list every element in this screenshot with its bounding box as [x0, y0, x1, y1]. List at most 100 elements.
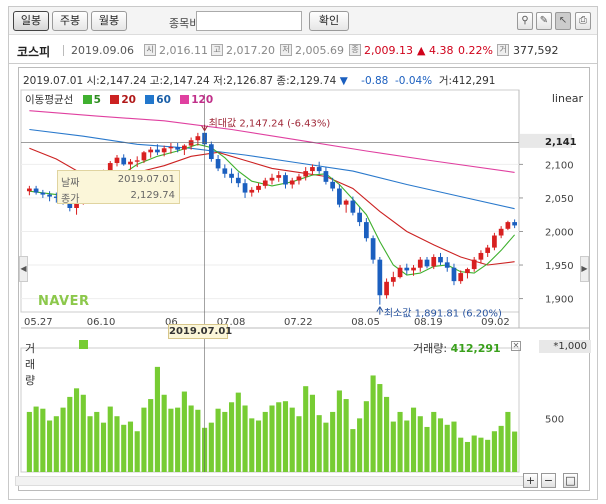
candle-body [438, 256, 443, 263]
print-icon[interactable]: ⎙ [575, 12, 591, 30]
volume-bar [87, 416, 93, 472]
price-tick-label: 2,000 [545, 227, 574, 238]
candle-body [330, 181, 336, 189]
readout-close: 2,129.74 [289, 75, 337, 87]
compare-input[interactable] [196, 11, 302, 31]
horizontal-scrollbar[interactable] [15, 476, 535, 486]
volume-bar [262, 411, 268, 472]
readout-low: 2,126.87 [226, 75, 274, 87]
volume-bar [316, 415, 322, 472]
scale-toggle[interactable]: linear [552, 92, 583, 105]
ma120-label[interactable]: 120 [191, 94, 213, 106]
volume-bar [26, 411, 32, 472]
tab-daily[interactable]: 일봉 [13, 11, 49, 31]
naver-logo: NAVER [38, 294, 90, 309]
volume-bar [404, 420, 410, 472]
volume-bar [370, 375, 376, 472]
price-tick-label: 2,050 [545, 194, 574, 205]
volume-bar [377, 384, 383, 472]
candle-body [444, 262, 450, 268]
volume-bar [289, 407, 295, 472]
candle-body [296, 176, 302, 181]
readout-date: 2019.07.01 [23, 75, 84, 87]
readout-change: -0.88 [361, 75, 389, 87]
draw-icon[interactable]: ✎ [536, 12, 552, 30]
volume-bar [397, 411, 403, 472]
candle-body [363, 222, 369, 239]
chart-widget: 일봉 주봉 월봉 종목비교 확인 ⚲ ✎ ↖ ⎙ 코스피 2019.09.06 … [8, 6, 598, 500]
candle-body [431, 256, 437, 267]
chart-area[interactable]: 1,900 1,950 2,000 2,050 2,100 2,141 최대값 2,147.… [18, 67, 591, 491]
candle-body [411, 267, 416, 271]
candle-body [350, 200, 356, 213]
volume-bar [350, 429, 356, 472]
candle-body [498, 228, 504, 236]
ma60-label[interactable]: 60 [156, 94, 171, 106]
volume-bar [188, 405, 194, 472]
down-arrow-icon: ▼ [339, 75, 348, 87]
candle-body [121, 157, 127, 165]
candle-body [155, 149, 160, 153]
indicator-icon[interactable]: ⚲ [517, 12, 533, 30]
volume-bar [343, 399, 349, 472]
price-tick-label: 2,100 [545, 160, 574, 171]
close-icon[interactable]: ✕ [511, 341, 521, 351]
scroll-right-arrow[interactable]: ▶ [580, 256, 589, 282]
tab-weekly[interactable]: 주봉 [52, 11, 88, 31]
ma60-swatch [145, 95, 155, 104]
readout-open: 2,147.24 [99, 75, 147, 87]
candle-body [370, 238, 376, 260]
volume-bar [505, 411, 511, 472]
candle-body [323, 171, 329, 182]
volume-bar [161, 394, 167, 472]
reset-button[interactable]: □ [563, 473, 578, 488]
volume-bar [154, 366, 160, 472]
pointer-icon[interactable]: ↖ [555, 12, 571, 30]
readout-open-label: 시: [86, 75, 100, 87]
volume-bar [229, 402, 235, 472]
volume-bar [249, 418, 255, 472]
ohlc-readout: 2019.07.01 시:2,147.24 고:2,147.24 저:2,126… [23, 73, 495, 88]
candle-body [390, 277, 396, 282]
candle-body [343, 200, 349, 205]
candle-body [337, 188, 342, 205]
volume-readout: 거래량: 412,291 [413, 340, 501, 356]
volume-bar [73, 388, 80, 472]
volume-bar [410, 407, 417, 472]
volume-bar [134, 431, 140, 472]
volume-bar [424, 426, 430, 472]
high-icon: 고 [211, 44, 223, 56]
min-arrow-icon [376, 306, 384, 315]
volume-swatch [79, 340, 88, 349]
zoom-out-button[interactable]: − [541, 473, 556, 488]
candle-body [27, 188, 32, 192]
ma-legend: 이동평균선 5 20 60 120 [25, 92, 213, 107]
quote-high: 2,017.20 [226, 44, 275, 57]
candle-body [310, 167, 315, 172]
confirm-button[interactable]: 확인 [309, 11, 349, 31]
candle-body [128, 161, 133, 165]
candle-body [235, 177, 241, 184]
readout-high-label: 고: [149, 75, 163, 87]
candle-body [242, 183, 248, 193]
readout-close-label: 종: [276, 75, 290, 87]
scroll-left-arrow[interactable]: ◀ [19, 256, 28, 282]
quote-change: ▲ 4.38 [417, 44, 454, 57]
close-price-icon: 종 [349, 44, 361, 56]
volume-bar [390, 421, 396, 472]
tab-monthly[interactable]: 월봉 [91, 11, 127, 31]
zoom-in-button[interactable]: + [523, 473, 538, 488]
tooltip-date-label: 날짜 [61, 178, 80, 189]
candle-body [249, 189, 255, 193]
candle-body [451, 267, 457, 282]
volume-bar [148, 399, 154, 472]
divider [63, 45, 64, 56]
volume-bar [100, 422, 107, 472]
ma5-label[interactable]: 5 [94, 94, 101, 106]
candle-body [208, 144, 214, 160]
candle-body [417, 259, 423, 268]
volume-bar [195, 409, 201, 472]
ma20-label[interactable]: 20 [121, 94, 136, 106]
volume-bar [276, 402, 282, 472]
candle-body [269, 177, 275, 181]
